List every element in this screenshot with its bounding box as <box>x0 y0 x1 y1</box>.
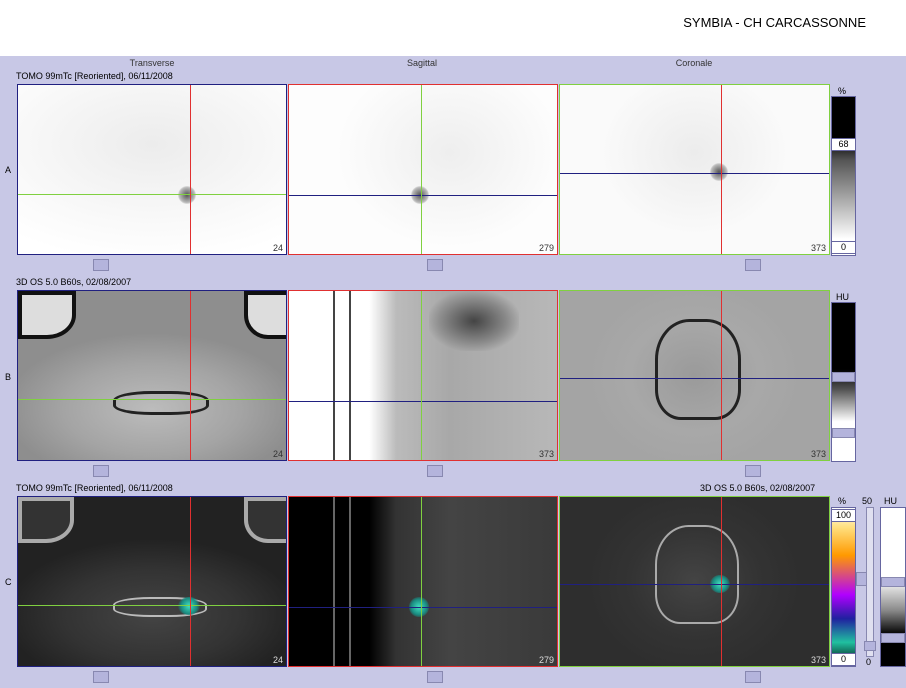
slice-number: 279 <box>538 655 554 665</box>
slice-number: 24 <box>272 449 283 459</box>
crosshair-vertical[interactable] <box>721 291 722 460</box>
column-label-coronal: Coronale <box>675 58 713 68</box>
row-c-study-label-right: 3D OS 5.0 B60s, 02/08/2007 <box>700 483 816 493</box>
row-b-letter: B <box>5 372 12 382</box>
blend-slider-handle[interactable] <box>864 641 876 651</box>
scale-b-lower-handle[interactable] <box>832 428 855 438</box>
pelvic-ring <box>113 391 209 415</box>
bone-left <box>18 497 74 543</box>
slice-slider-c-coronal[interactable] <box>745 671 761 683</box>
slice-number: 24 <box>272 243 283 253</box>
crosshair-horizontal[interactable] <box>560 173 829 174</box>
table-line <box>333 291 335 460</box>
row-b-study-label: 3D OS 5.0 B60s, 02/08/2007 <box>16 277 132 287</box>
crosshair-vertical[interactable] <box>190 497 191 666</box>
fusion-hotspot <box>178 597 200 615</box>
crosshair-horizontal[interactable] <box>18 605 286 606</box>
viewport-c-sagittal[interactable]: 279 <box>288 496 558 667</box>
crosshair-horizontal[interactable] <box>18 194 286 195</box>
slice-number: 24 <box>272 655 283 665</box>
bone-right <box>244 291 286 339</box>
slice-slider-a-transverse[interactable] <box>93 259 109 271</box>
header-bar: SYMBIA - CH CARCASSONNE <box>0 0 906 56</box>
slice-number: 279 <box>538 243 554 253</box>
viewport-c-coronal[interactable]: 373 <box>559 496 830 667</box>
slice-slider-c-transverse[interactable] <box>93 671 109 683</box>
row-a-study-label: TOMO 99mTc [Reoriented], 06/11/2008 <box>16 71 173 81</box>
spine-structure <box>429 291 519 351</box>
slice-slider-a-coronal[interactable] <box>745 259 761 271</box>
viewport-b-coronal[interactable]: 373 <box>559 290 830 461</box>
scale-a-unit: % <box>838 86 847 96</box>
colorbar-a <box>831 96 856 256</box>
slice-number: 373 <box>810 243 826 253</box>
hospital-title: SYMBIA - CH CARCASSONNE <box>683 15 866 30</box>
scale-b-unit: HU <box>836 292 849 302</box>
row-a-letter: A <box>5 165 12 175</box>
blend-slider-track[interactable] <box>866 507 874 657</box>
viewport-b-transverse[interactable]: 24 <box>17 290 287 461</box>
table-line <box>333 497 335 666</box>
slice-number: 373 <box>810 449 826 459</box>
viewport-b-sagittal[interactable]: 373 <box>288 290 558 461</box>
colorbar-c-hu <box>880 507 906 667</box>
blend-min: 0 <box>866 657 872 667</box>
blend-value: 50 <box>862 496 873 506</box>
crosshair-horizontal[interactable] <box>560 584 829 585</box>
bone-right <box>244 497 286 543</box>
crosshair-horizontal[interactable] <box>289 607 557 608</box>
scale-c-unit-percent: % <box>838 496 847 506</box>
colorbar-c-fusion <box>831 507 856 667</box>
table-line <box>349 497 351 666</box>
scale-a-max[interactable]: 68 <box>831 138 856 151</box>
crosshair-vertical[interactable] <box>421 85 422 254</box>
slice-slider-b-sagittal[interactable] <box>427 465 443 477</box>
scale-c-hu-upper-handle[interactable] <box>881 577 905 587</box>
column-label-sagittal: Sagittal <box>406 58 438 68</box>
slice-slider-b-coronal[interactable] <box>745 465 761 477</box>
hotspot <box>710 163 728 181</box>
viewport-a-transverse[interactable]: 24 <box>17 84 287 255</box>
colorbar-b <box>831 302 856 462</box>
crosshair-horizontal[interactable] <box>18 399 286 400</box>
crosshair-vertical[interactable] <box>721 85 722 254</box>
slice-number: 373 <box>538 449 554 459</box>
sacrum-outline <box>655 319 741 420</box>
scale-b-upper-handle[interactable] <box>832 372 855 382</box>
crosshair-vertical[interactable] <box>421 497 422 666</box>
scale-c-hu-lower-handle[interactable] <box>881 633 905 643</box>
crosshair-horizontal[interactable] <box>289 401 557 402</box>
row-c-letter: C <box>5 577 12 587</box>
crosshair-vertical[interactable] <box>190 291 191 460</box>
scale-c-max[interactable]: 100 <box>831 509 856 522</box>
table-line <box>349 291 351 460</box>
bone-left <box>18 291 76 339</box>
slice-slider-c-sagittal[interactable] <box>427 671 443 683</box>
crosshair-horizontal[interactable] <box>560 378 829 379</box>
slice-slider-a-sagittal[interactable] <box>427 259 443 271</box>
scale-c-unit-hu: HU <box>884 496 897 506</box>
scale-a-min[interactable]: 0 <box>831 241 856 254</box>
slice-slider-b-transverse[interactable] <box>93 465 109 477</box>
crosshair-vertical[interactable] <box>421 291 422 460</box>
column-label-transverse: Transverse <box>129 58 175 68</box>
sacrum-outline <box>655 525 739 624</box>
hotspot <box>178 186 196 204</box>
crosshair-vertical[interactable] <box>190 85 191 254</box>
viewport-a-sagittal[interactable]: 279 <box>288 84 558 255</box>
viewport-c-transverse[interactable]: 24 <box>17 496 287 667</box>
crosshair-horizontal[interactable] <box>289 195 557 196</box>
scale-c-min[interactable]: 0 <box>831 653 856 666</box>
viewport-a-coronal[interactable]: 373 <box>559 84 830 255</box>
crosshair-vertical[interactable] <box>721 497 722 666</box>
row-c-study-label-left: TOMO 99mTc [Reoriented], 06/11/2008 <box>16 483 173 493</box>
slice-number: 373 <box>810 655 826 665</box>
